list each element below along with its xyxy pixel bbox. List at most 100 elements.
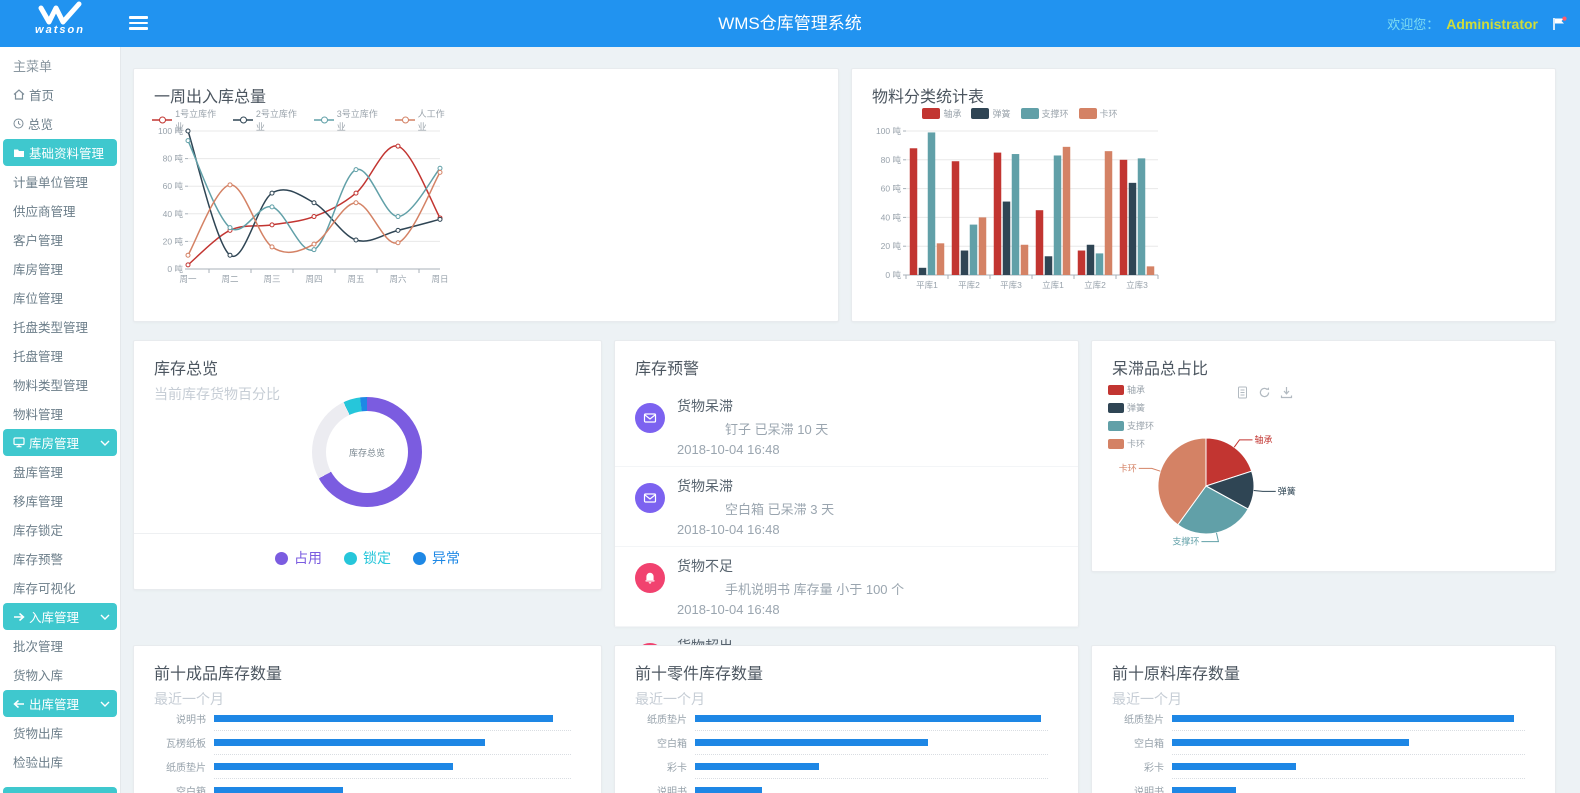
sidebar-item-label: 移库管理 — [13, 491, 63, 510]
sidebar-item-2[interactable]: 基础资料管理 — [3, 139, 117, 166]
sidebar-item-13[interactable]: 盘库管理 — [0, 457, 120, 486]
legend-item[interactable]: 占用 — [275, 548, 322, 568]
username[interactable]: Administrator — [1446, 16, 1538, 32]
bar-fill[interactable] — [1172, 715, 1514, 722]
sidebar-item-23[interactable]: 检验出库 — [0, 747, 120, 776]
sidebar-item-9[interactable]: 托盘管理 — [0, 341, 120, 370]
card-top-parts: 前十零件库存数量 最近一个月 纸质垫片空白箱彩卡说明书 — [614, 645, 1079, 793]
svg-text:周日: 周日 — [431, 274, 448, 284]
sidebar-item-3[interactable]: 计量单位管理 — [0, 167, 120, 196]
donut-center-label: 库存总览 — [349, 446, 385, 459]
bar-track — [695, 739, 1048, 746]
svg-text:20 吨: 20 吨 — [163, 236, 184, 246]
card-material-stats: 物料分类统计表 轴承弹簧支撑环卡环 0 吨20 吨40 吨60 吨80 吨100… — [851, 68, 1556, 322]
bar-row: 空白箱 — [1092, 736, 1555, 749]
menu-toggle-button[interactable] — [129, 16, 148, 33]
sidebar-item-18[interactable]: 入库管理 — [3, 603, 117, 630]
bar-fill[interactable] — [1172, 787, 1236, 793]
sidebar-item-label: 物料类型管理 — [13, 375, 88, 394]
svg-text:40 吨: 40 吨 — [881, 212, 902, 222]
sidebar-item-6[interactable]: 库房管理 — [0, 254, 120, 283]
sidebar-item-16[interactable]: 库存预警 — [0, 544, 120, 573]
sidebar-item-label: 物料管理 — [13, 404, 63, 423]
bar-fill[interactable] — [214, 763, 453, 770]
svg-text:轴承: 轴承 — [1255, 434, 1273, 445]
legend-item[interactable]: 弹簧 — [971, 107, 1010, 120]
sidebar-item-10[interactable]: 物料类型管理 — [0, 370, 120, 399]
sidebar-item-partial[interactable] — [3, 787, 117, 793]
bar-fill[interactable] — [695, 739, 928, 746]
legend-item[interactable]: 锁定 — [344, 548, 391, 568]
card-title: 库存预警 — [635, 355, 1078, 379]
bar-fill[interactable] — [695, 715, 1041, 722]
notification-flag-icon[interactable] — [1551, 16, 1568, 31]
card-inventory-alerts: 库存预警 货物呆滞钉子 已呆滞 10 天2018-10-04 16:48货物呆滞… — [614, 340, 1079, 627]
bar-fill[interactable] — [214, 739, 485, 746]
sidebar-item-label: 检验出库 — [13, 752, 63, 771]
bar-track — [214, 763, 571, 770]
card-title: 库存总览 — [154, 355, 601, 379]
sidebar-item-14[interactable]: 移库管理 — [0, 486, 120, 515]
sidebar-item-label: 出库管理 — [29, 694, 79, 713]
sidebar-item-8[interactable]: 托盘类型管理 — [0, 312, 120, 341]
sidebar-item-1[interactable]: 总览 — [0, 109, 120, 138]
card-title: 物料分类统计表 — [872, 83, 1555, 107]
sidebar-item-20[interactable]: 货物入库 — [0, 660, 120, 689]
alert-item[interactable]: 货物不足手机说明书 库存量 小于 100 个2018-10-04 16:48 — [615, 547, 1078, 627]
sidebar-item-17[interactable]: 库存可视化 — [0, 573, 120, 602]
alert-time: 2018-10-04 16:48 — [677, 522, 1058, 537]
bar-fill[interactable] — [1172, 763, 1296, 770]
top-parts-bar-chart: 纸质垫片空白箱彩卡说明书 — [615, 712, 1078, 793]
sidebar-item-label: 库房管理 — [29, 433, 79, 452]
bar-fill[interactable] — [214, 787, 343, 793]
card-title: 前十零件库存数量 — [635, 660, 1078, 684]
bar-fill[interactable] — [695, 763, 819, 770]
bar-separator — [695, 754, 1048, 755]
alert-item[interactable]: 货物呆滞钉子 已呆滞 10 天2018-10-04 16:48 — [615, 387, 1078, 467]
sidebar-item-7[interactable]: 库位管理 — [0, 283, 120, 312]
sidebar-item-19[interactable]: 批次管理 — [0, 631, 120, 660]
legend-item[interactable]: 轴承 — [1108, 383, 1154, 396]
bar-label: 空白箱 — [1106, 735, 1164, 750]
bar-row: 纸质垫片 — [615, 712, 1078, 725]
bar-label: 瓦楞纸板 — [148, 735, 206, 750]
bar-track — [1172, 739, 1525, 746]
sidebar-item-0[interactable]: 首页 — [0, 80, 120, 109]
bar-track — [1172, 787, 1525, 793]
download-icon[interactable] — [1280, 386, 1293, 399]
alert-message: 手机说明书 库存量 小于 100 个 — [677, 579, 1058, 598]
alert-item[interactable]: 货物呆滞空白箱 已呆滞 3 天2018-10-04 16:48 — [615, 467, 1078, 547]
legend-item[interactable]: 异常 — [413, 548, 460, 568]
bar-fill[interactable] — [695, 787, 762, 793]
legend-swatch — [1021, 108, 1039, 119]
legend-item[interactable]: 轴承 — [922, 107, 961, 120]
card-title: 前十原料库存数量 — [1112, 660, 1555, 684]
refresh-icon[interactable] — [1258, 386, 1271, 399]
bar-label: 空白箱 — [629, 735, 687, 750]
bar-fill[interactable] — [214, 715, 553, 722]
sidebar-item-label: 库存可视化 — [13, 578, 76, 597]
data-view-icon[interactable] — [1236, 386, 1249, 399]
sidebar-item-5[interactable]: 客户管理 — [0, 225, 120, 254]
bar-track — [214, 739, 571, 746]
sidebar-item-21[interactable]: 出库管理 — [3, 690, 117, 717]
sidebar-item-11[interactable]: 物料管理 — [0, 399, 120, 428]
card-title: 一周出入库总量 — [154, 83, 838, 107]
svg-text:80 吨: 80 吨 — [163, 154, 184, 164]
sidebar-item-4[interactable]: 供应商管理 — [0, 196, 120, 225]
legend-item[interactable]: 支撑环 — [1021, 107, 1069, 120]
bar-track — [695, 763, 1048, 770]
sidebar-item-15[interactable]: 库存锁定 — [0, 515, 120, 544]
bar-fill[interactable] — [1172, 739, 1409, 746]
legend-item[interactable]: 卡环 — [1079, 107, 1118, 120]
sidebar-item-12[interactable]: 库房管理 — [3, 429, 117, 456]
svg-text:立库3: 立库3 — [1126, 280, 1148, 290]
sidebar-item-22[interactable]: 货物出库 — [0, 718, 120, 747]
card-top-raw: 前十原料库存数量 最近一个月 纸质垫片空白箱彩卡说明书 — [1091, 645, 1556, 793]
sidebar-item-label: 基础资料管理 — [29, 143, 104, 162]
svg-text:卡环: 卡环 — [1119, 462, 1137, 473]
svg-text:0 吨: 0 吨 — [167, 264, 183, 274]
legend-label: 卡环 — [1100, 107, 1118, 120]
svg-text:周一: 周一 — [179, 274, 197, 284]
logo[interactable]: watson — [0, 0, 120, 47]
